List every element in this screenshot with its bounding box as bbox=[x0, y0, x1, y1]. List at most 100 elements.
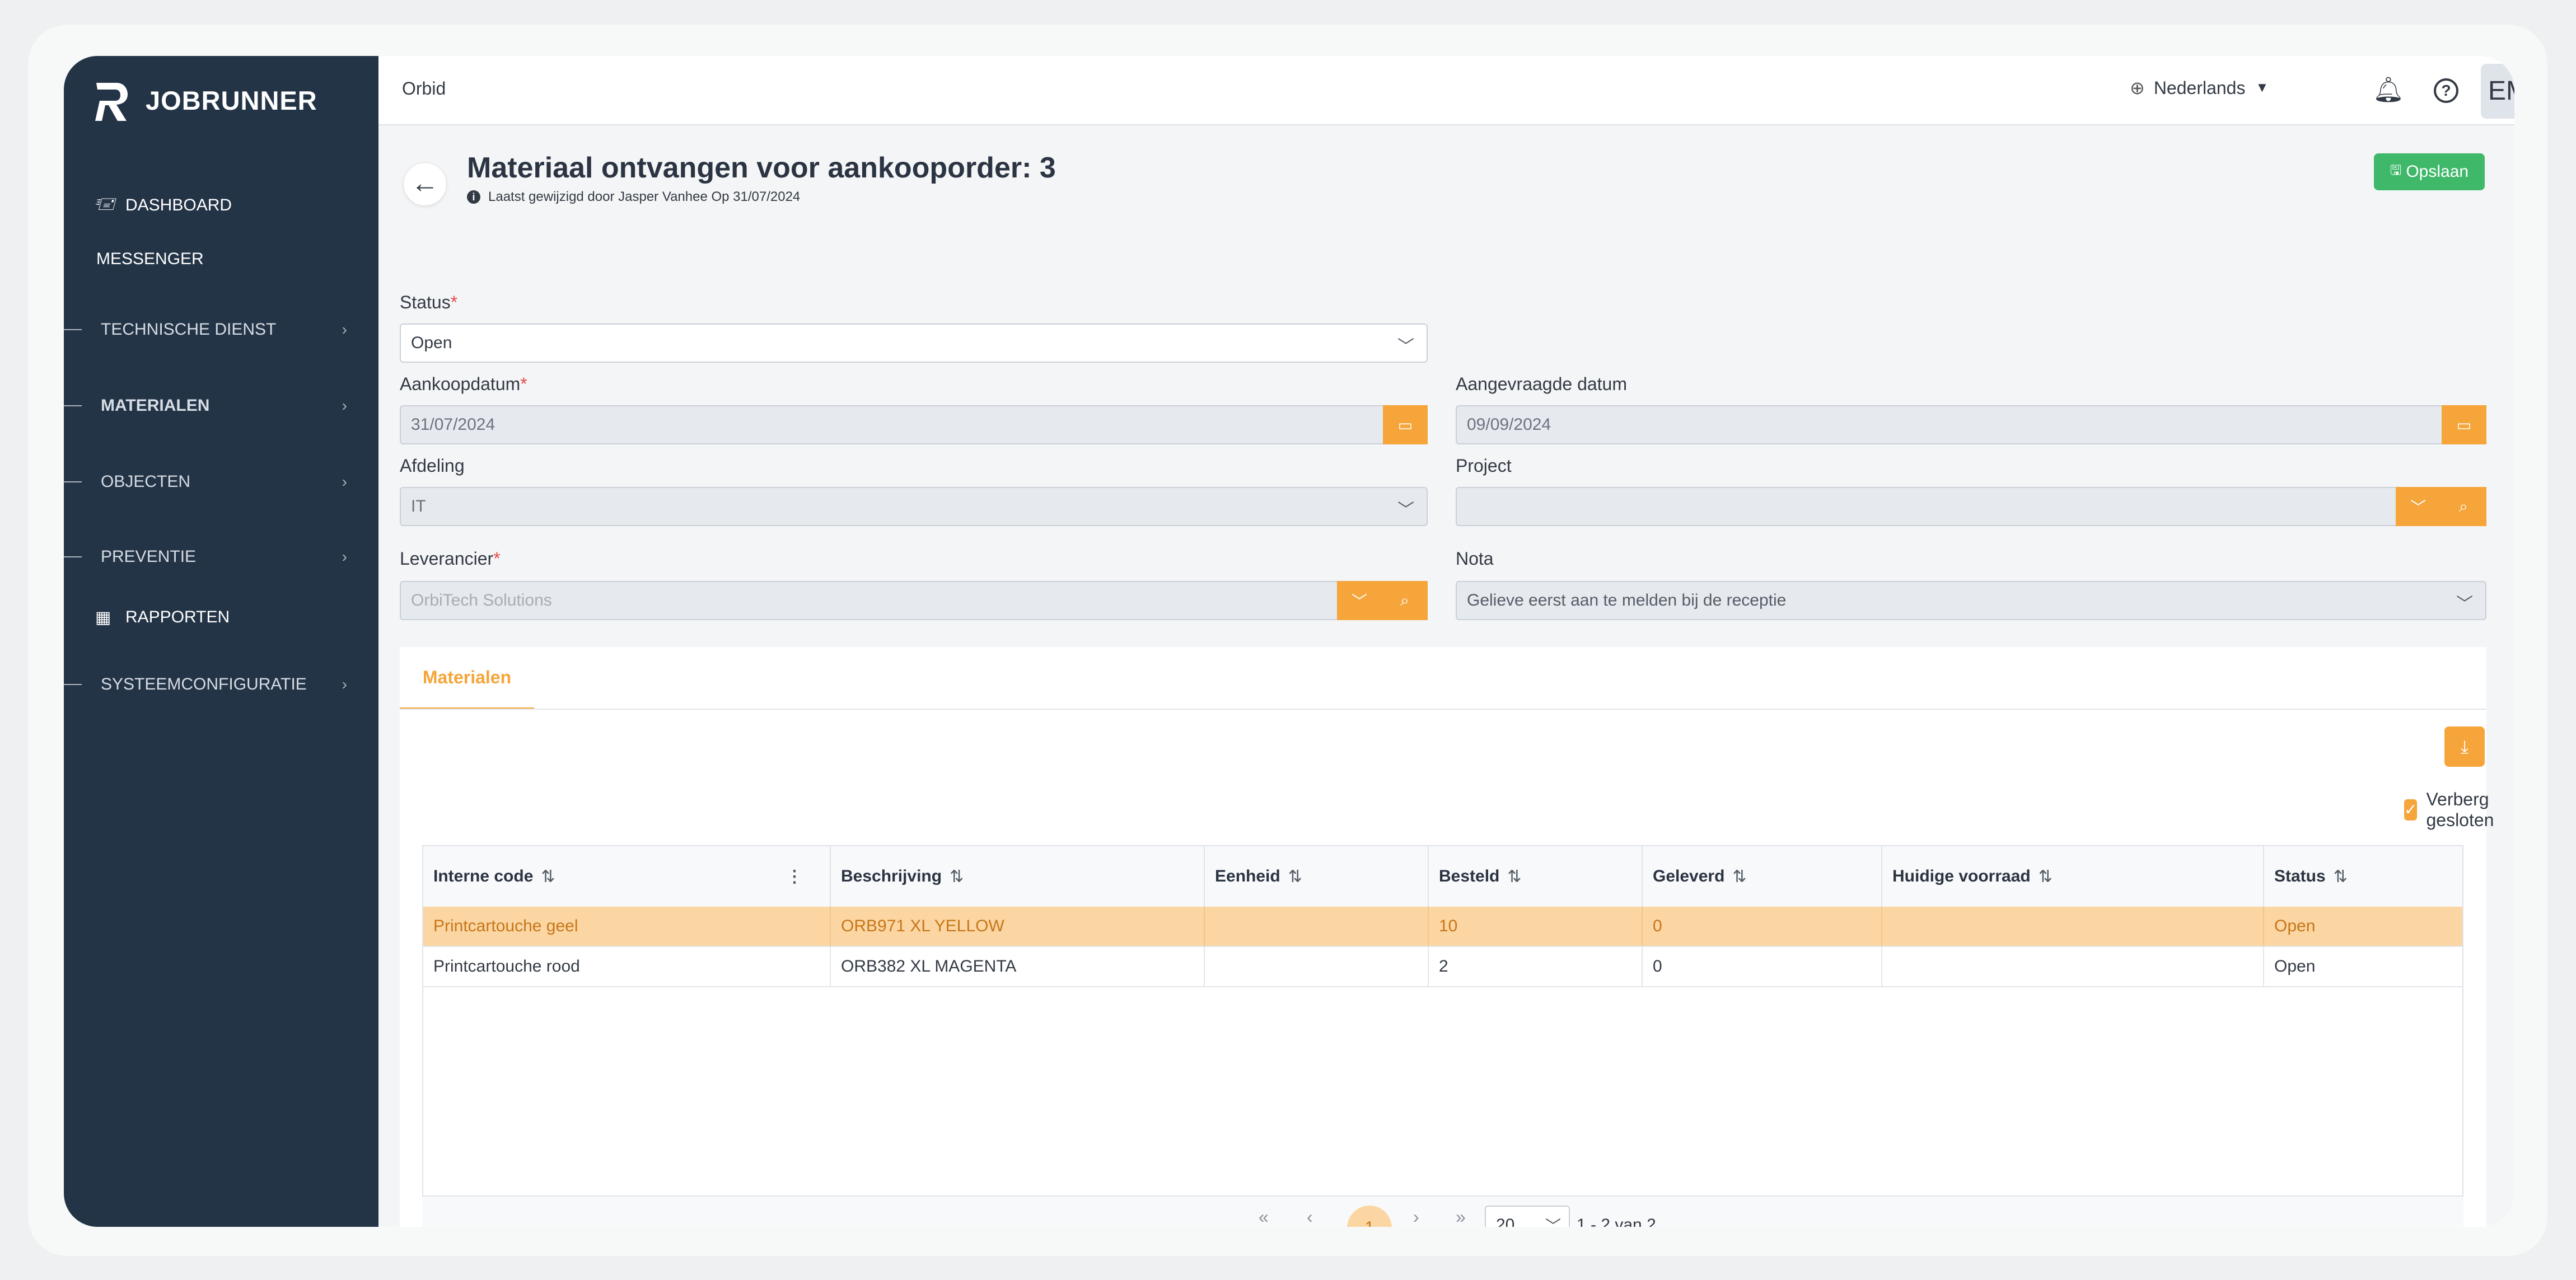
sidebar-item-objecten[interactable]: OBJECTEN › bbox=[64, 462, 378, 501]
note-select[interactable]: Gelieve eerst aan te melden bij de recep… bbox=[1456, 581, 2486, 620]
project-field[interactable]: ﹀ ⌕ bbox=[1456, 487, 2486, 526]
cell-interne-code: Printcartouche geel bbox=[423, 907, 831, 946]
sort-icon[interactable]: ⇅ bbox=[2334, 867, 2348, 887]
status-select[interactable]: Open ﹀ bbox=[400, 323, 1428, 363]
page-size-value: 20 bbox=[1496, 1216, 1515, 1227]
help-icon[interactable]: ? bbox=[2434, 78, 2458, 103]
reports-icon: ▦ bbox=[95, 608, 111, 627]
bell-icon[interactable]: 🔔︎ bbox=[2373, 75, 2404, 104]
note-value: Gelieve eerst aan te melden bij de recep… bbox=[1467, 591, 1787, 609]
purchase-date-field[interactable]: 31/07/2024 ▭ bbox=[400, 405, 1428, 444]
calendar-icon[interactable]: ▭ bbox=[2442, 405, 2486, 444]
export-button[interactable]: ⤓ bbox=[2444, 726, 2485, 767]
brand-logo[interactable]: JOBRUNNER bbox=[94, 69, 317, 131]
column-header-huidige-voorraad[interactable]: Huidige voorraad ⇅ bbox=[1882, 846, 2264, 907]
column-header-status[interactable]: Status ⇅ bbox=[2264, 846, 2462, 907]
sidebar-item-rapporten[interactable]: ▦ RAPPORTEN bbox=[64, 598, 378, 637]
search-icon[interactable]: ⌕ bbox=[2441, 487, 2486, 526]
sort-icon[interactable]: ⇅ bbox=[2039, 867, 2053, 887]
language-selector[interactable]: ⊕ Nederlands ▼ bbox=[2130, 77, 2269, 99]
pagination-summary: 1 - 2 van 2 bbox=[1577, 1216, 1656, 1227]
nav-dash bbox=[64, 405, 82, 406]
last-page-button[interactable]: » bbox=[1456, 1207, 1466, 1227]
sidebar-item-systeemconfiguratie[interactable]: SYSTEEMCONFIGURATIE › bbox=[64, 665, 378, 704]
column-header-eenheid[interactable]: Eenheid ⇅ bbox=[1205, 846, 1429, 907]
avatar[interactable]: EM bbox=[2481, 64, 2514, 119]
supplier-label: Leverancier* bbox=[400, 548, 501, 569]
chevron-down-icon: ﹀ bbox=[2456, 595, 2473, 613]
chevron-right-icon: › bbox=[342, 321, 347, 338]
app-window: JOBRUNNER 🖅 DASHBOARD MESSENGER TECHNISC… bbox=[64, 56, 2514, 1227]
supplier-field[interactable]: OrbiTech Solutions ﹀ ⌕ bbox=[400, 581, 1428, 620]
table-row[interactable]: Printcartouche geel ORB971 XL YELLOW 10 … bbox=[423, 907, 2462, 947]
top-bar: Orbid ⊕ Nederlands ▼ 🔔︎ ? EM bbox=[378, 56, 2514, 125]
arrow-left-icon: ← bbox=[411, 167, 439, 199]
search-icon[interactable]: ⌕ bbox=[1382, 581, 1428, 620]
purchase-date-value: 31/07/2024 bbox=[411, 415, 495, 434]
page-size-select[interactable]: 20 ﹀ bbox=[1485, 1206, 1570, 1227]
page-1-button[interactable]: 1 bbox=[1347, 1206, 1392, 1227]
note-label: Nota bbox=[1456, 548, 1494, 569]
save-button-label: Opslaan bbox=[2406, 162, 2469, 181]
logo-mark-icon bbox=[95, 83, 128, 121]
download-icon: ⤓ bbox=[2460, 737, 2469, 757]
calendar-icon[interactable]: ▭ bbox=[1383, 405, 1428, 444]
sidebar-item-label: MESSENGER bbox=[96, 250, 204, 268]
sort-icon[interactable]: ⇅ bbox=[1732, 867, 1746, 887]
cell-besteld: 2 bbox=[1429, 947, 1643, 986]
table-row[interactable]: Printcartouche rood ORB382 XL MAGENTA 2 … bbox=[423, 947, 2462, 987]
requested-date-field[interactable]: 09/09/2024 ▭ bbox=[1456, 405, 2486, 444]
first-page-button[interactable]: « bbox=[1259, 1207, 1269, 1227]
sidebar-item-label: DASHBOARD bbox=[125, 196, 232, 214]
chevron-down-icon[interactable]: ﹀ bbox=[1337, 581, 1382, 620]
sort-icon[interactable]: ⇅ bbox=[950, 867, 964, 887]
sidebar-item-label: TECHNISCHE DIENST bbox=[101, 320, 277, 339]
project-label: Project bbox=[1456, 456, 1512, 476]
column-header-geleverd[interactable]: Geleverd ⇅ bbox=[1643, 846, 1882, 907]
requested-date-value: 09/09/2024 bbox=[1467, 415, 1551, 434]
sort-icon[interactable]: ⇅ bbox=[1507, 867, 1521, 887]
column-header-beschrijving[interactable]: Beschrijving ⇅ bbox=[831, 846, 1205, 907]
materials-panel: Materialen ⤓ ✓ Verberg gesloten Interne … bbox=[400, 647, 2494, 1227]
sort-icon[interactable]: ⇅ bbox=[541, 867, 555, 887]
previous-page-button[interactable]: ‹ bbox=[1307, 1207, 1313, 1227]
main-content: ← Materiaal ontvangen voor aankooporder:… bbox=[378, 125, 2514, 1227]
cell-geleverd: 0 bbox=[1643, 907, 1882, 946]
department-select[interactable]: IT ﹀ bbox=[400, 487, 1428, 526]
cell-besteld: 10 bbox=[1429, 907, 1643, 946]
status-value: Open bbox=[411, 334, 452, 352]
last-modified-info: i Laatst gewijzigd door Jasper Vanhee Op… bbox=[467, 189, 800, 205]
next-page-button[interactable]: › bbox=[1413, 1207, 1419, 1227]
sidebar-item-label: RAPPORTEN bbox=[125, 608, 230, 626]
checkbox-checked-icon[interactable]: ✓ bbox=[2404, 799, 2418, 820]
save-button[interactable]: 🖫 Opslaan bbox=[2374, 153, 2485, 190]
chevron-right-icon: › bbox=[342, 548, 347, 565]
cell-huidige-voorraad bbox=[1882, 947, 2264, 986]
materials-table: Interne code ⇅ ⋮ Beschrijving ⇅ Eenheid ⇅ B… bbox=[422, 845, 2463, 1227]
sidebar-item-preventie[interactable]: PREVENTIE › bbox=[64, 537, 378, 576]
globe-icon: ⊕ bbox=[2130, 78, 2145, 98]
sort-icon[interactable]: ⇅ bbox=[1288, 867, 1302, 887]
column-header-besteld[interactable]: Besteld ⇅ bbox=[1429, 846, 1643, 907]
cell-eenheid bbox=[1205, 947, 1429, 986]
sidebar-item-label: MATERIALEN bbox=[101, 396, 210, 415]
sidebar-item-messenger[interactable]: MESSENGER bbox=[64, 240, 378, 279]
column-header-interne-code[interactable]: Interne code ⇅ ⋮ bbox=[423, 846, 831, 907]
last-modified-text: Laatst gewijzigd door Jasper Vanhee Op 3… bbox=[488, 189, 801, 204]
nav-dash bbox=[64, 329, 82, 330]
sidebar-item-dashboard[interactable]: 🖅 DASHBOARD bbox=[64, 186, 378, 225]
sidebar-item-materialen[interactable]: MATERIALEN › bbox=[64, 386, 378, 425]
chevron-down-icon[interactable]: ﹀ bbox=[2396, 487, 2441, 526]
cell-status: Open bbox=[2274, 957, 2316, 976]
cell-eenheid bbox=[1205, 907, 1429, 946]
hide-closed-toggle[interactable]: ✓ Verberg gesloten bbox=[2404, 789, 2502, 831]
cell-geleverd: 0 bbox=[1643, 947, 1882, 986]
tab-materialen[interactable]: Materialen bbox=[400, 647, 534, 710]
sidebar-item-label: SYSTEEMCONFIGURATIE bbox=[101, 675, 307, 693]
nav-dash bbox=[64, 481, 82, 482]
back-button[interactable]: ← bbox=[403, 162, 447, 206]
column-menu-icon[interactable]: ⋮ bbox=[786, 867, 803, 887]
sidebar-item-technische-dienst[interactable]: TECHNISCHE DIENST › bbox=[64, 310, 378, 349]
status-label: Status* bbox=[400, 292, 458, 312]
save-icon: 🖫 bbox=[2390, 162, 2402, 178]
